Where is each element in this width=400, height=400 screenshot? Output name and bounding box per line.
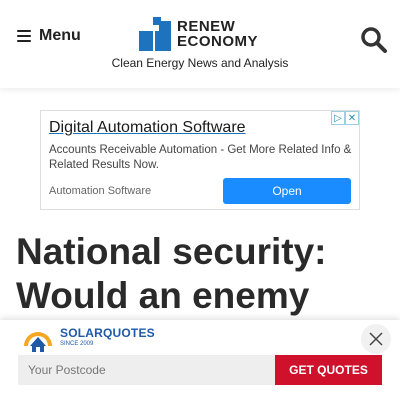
logo-line2: ECONOMY	[177, 33, 259, 50]
search-button[interactable]	[360, 26, 388, 54]
display-ad[interactable]: Digital Automation Software ▷ ✕ Accounts…	[40, 110, 360, 210]
site-header: Menu RENEW ECONOMY Clean Energy News and…	[0, 0, 400, 88]
get-quotes-button[interactable]: GET QUOTES	[275, 355, 382, 385]
solarquotes-wordmark: SOLARQUOTES SINCE 2009	[60, 326, 155, 350]
ad-choices[interactable]: ▷ ✕	[331, 111, 359, 125]
menu-button[interactable]: Menu	[17, 27, 81, 45]
menu-label: Menu	[39, 27, 81, 44]
ad-close-icon[interactable]: ✕	[345, 111, 359, 125]
site-logo[interactable]: RENEW ECONOMY	[139, 16, 258, 52]
ad-source: Automation Software	[49, 185, 152, 197]
adchoices-icon[interactable]: ▷	[331, 111, 345, 125]
article-headline[interactable]: National security: Would an enemy	[16, 230, 386, 318]
ad-open-button[interactable]: Open	[223, 178, 351, 204]
search-icon	[361, 27, 387, 53]
hamburger-icon	[17, 30, 31, 42]
solarquotes-since: SINCE 2009	[60, 341, 94, 347]
logo-wordmark: RENEW ECONOMY	[177, 19, 258, 49]
solarquotes-name: SOLARQUOTES	[60, 326, 155, 340]
logo-line1: RENEW	[177, 18, 236, 35]
postcode-input[interactable]	[18, 355, 275, 385]
sticky-close-button[interactable]	[361, 324, 391, 354]
solarquotes-logo[interactable]: SOLARQUOTES SINCE 2009	[20, 326, 155, 352]
ad-title[interactable]: Digital Automation Software	[49, 119, 246, 137]
ad-description: Accounts Receivable Automation - Get Mor…	[49, 144, 352, 171]
solarquotes-logo-icon	[20, 326, 56, 352]
close-icon	[369, 332, 383, 346]
site-tagline: Clean Energy News and Analysis	[111, 56, 289, 70]
reneweconomy-logo-icon	[139, 17, 171, 51]
